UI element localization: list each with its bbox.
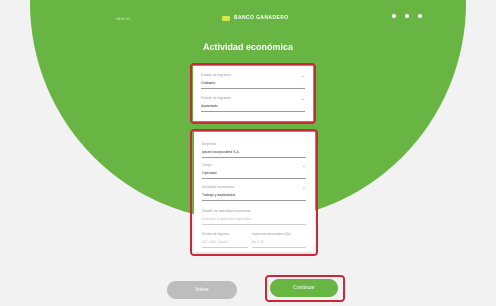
brand-logo: BANCO GANADERO — [222, 15, 289, 21]
highlight-section-2 — [190, 129, 318, 256]
info-icon[interactable] — [418, 14, 422, 18]
user-icon[interactable] — [392, 14, 396, 18]
brand-name: BANCO GANADERO — [234, 15, 289, 21]
top-navigation: INICIO BANCO GANADERO — [0, 0, 496, 30]
nav-icons — [392, 14, 422, 18]
page-title: Actividad económica — [202, 42, 294, 52]
nav-left-link[interactable]: INICIO — [116, 16, 131, 21]
back-button[interactable]: Volver — [167, 281, 237, 299]
highlight-continue — [265, 275, 345, 302]
menu-icon[interactable] — [405, 14, 409, 18]
highlight-section-1 — [190, 63, 316, 124]
logo-mark-icon — [222, 15, 230, 21]
